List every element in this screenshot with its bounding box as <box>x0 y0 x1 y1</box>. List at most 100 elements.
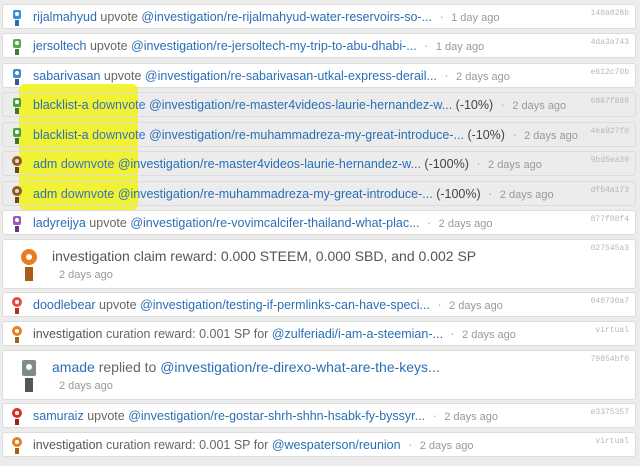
username-link[interactable]: adm <box>33 157 57 171</box>
list-item: blacklist-a downvote @investigation/re-m… <box>2 92 636 117</box>
tx-hash[interactable]: e612c70b <box>591 68 629 77</box>
username-link[interactable]: investigation <box>33 327 103 341</box>
tx-hash[interactable]: dfb4a173 <box>591 186 629 195</box>
separator-dot: · <box>512 128 517 142</box>
post-link[interactable]: @investigation/re-muhammadreza-my-great-… <box>149 128 464 142</box>
timestamp: 2 days ago <box>456 71 510 83</box>
tx-hash: virtual <box>595 326 629 335</box>
list-item: rijalmahyud upvote @investigation/re-rij… <box>2 4 636 29</box>
separator-dot: · <box>444 69 449 83</box>
separator-dot: · <box>488 187 493 201</box>
tx-hash[interactable]: 9bd5ea30 <box>591 156 629 165</box>
timestamp: 1 day ago <box>451 12 500 24</box>
action-verb: upvote <box>103 69 142 83</box>
timestamp: 1 day ago <box>435 41 485 53</box>
separator-dot: · <box>500 98 505 112</box>
username-link[interactable]: blacklist-a <box>33 98 89 112</box>
post-link[interactable]: @investigation/re-sabarivasan-utkal-expr… <box>145 69 437 83</box>
username-link[interactable]: amade <box>52 359 95 375</box>
post-link[interactable]: @investigation/re-rijalmahyud-water-rese… <box>141 10 432 24</box>
separator-dot: · <box>476 157 481 171</box>
separator-dot: · <box>439 10 444 24</box>
list-item: adm downvote @investigation/re-muhammadr… <box>2 181 636 206</box>
action-verb: downvote <box>60 187 115 201</box>
post-link[interactable]: @investigation/re-jersoltech-my-trip-to-… <box>131 39 417 53</box>
timestamp: 2 days ago <box>488 159 542 171</box>
action-verb: replied to <box>98 359 157 375</box>
list-item: ladyreijya upvote @investigation/re-vovi… <box>2 210 636 235</box>
action-verb: upvote <box>99 298 137 312</box>
vote-weight: (-10%) <box>467 128 505 142</box>
robot-icon <box>12 326 22 343</box>
username-link[interactable]: ladyreijya <box>33 216 86 230</box>
post-link[interactable]: @investigation/re-vovimcalcifer-thailand… <box>130 216 419 230</box>
username-link[interactable]: jersoltech <box>33 39 87 53</box>
list-item: blacklist-a downvote @investigation/re-m… <box>2 122 636 147</box>
post-link[interactable]: @investigation/re-master4videos-laurie-h… <box>118 157 421 171</box>
vote-weight: (-100%) <box>424 157 469 171</box>
username-link[interactable]: rijalmahyud <box>33 10 97 24</box>
robot-icon <box>13 98 21 114</box>
vote-weight: (-100%) <box>436 187 481 201</box>
timestamp: 2 days ago <box>512 100 567 112</box>
separator-dot: · <box>424 39 429 53</box>
tx-hash[interactable]: 6867f888 <box>591 97 629 106</box>
tx-hash[interactable]: 040730a7 <box>591 297 629 306</box>
robot-icon <box>12 297 22 314</box>
tx-hash[interactable]: 140a828b <box>591 9 629 18</box>
action-verb: curation reward: 0.001 SP for <box>105 327 269 341</box>
separator-dot: · <box>450 327 455 341</box>
robot-icon <box>13 128 21 144</box>
tx-hash[interactable]: e3375357 <box>591 408 629 417</box>
username-link[interactable]: investigation <box>52 248 130 264</box>
action-verb: curation reward: 0.001 SP for <box>105 438 269 452</box>
timestamp: 2 days ago <box>499 189 554 201</box>
post-link[interactable]: @investigation/re-direxo-what-are-the-ke… <box>160 359 440 375</box>
tx-hash: virtual <box>595 437 629 446</box>
post-link[interactable]: @investigation/re-gostar-shrh-shhn-hsabk… <box>128 409 425 423</box>
robot-icon <box>13 39 21 55</box>
action-verb: downvote <box>92 128 146 142</box>
list-item: amade replied to @investigation/re-direx… <box>2 350 636 400</box>
post-link[interactable]: @investigation/re-muhammadreza-my-great-… <box>118 187 433 201</box>
action-verb: upvote <box>89 39 128 53</box>
username-link[interactable]: sabarivasan <box>33 69 100 83</box>
separator-dot: · <box>432 409 437 423</box>
timestamp: 2 days ago <box>524 130 578 142</box>
robot-icon <box>13 10 21 26</box>
username-link[interactable]: investigation <box>33 438 103 452</box>
list-item: jersoltech upvote @investigation/re-jers… <box>2 33 636 58</box>
list-item: samuraiz upvote @investigation/re-gostar… <box>2 403 636 428</box>
action-verb: upvote <box>89 216 127 230</box>
post-link[interactable]: @wespaterson/reunion <box>272 438 401 452</box>
tx-hash[interactable]: 877f08f4 <box>591 215 629 224</box>
tx-hash[interactable]: 4ea927f0 <box>591 127 629 136</box>
post-link[interactable]: @investigation/testing-if-permlinks-can-… <box>140 298 430 312</box>
list-item: investigation curation reward: 0.001 SP … <box>2 321 636 346</box>
robot-icon <box>12 156 22 173</box>
vote-weight: (-10%) <box>455 98 494 112</box>
timestamp: 2 days ago <box>449 300 503 312</box>
separator-dot: · <box>437 298 442 312</box>
tx-hash[interactable]: 79854bf0 <box>591 355 629 364</box>
timestamp: 2 days ago <box>444 411 499 423</box>
list-item: doodlebear upvote @investigation/testing… <box>2 292 636 317</box>
timestamp: 2 days ago <box>59 380 113 392</box>
username-link[interactable]: adm <box>33 187 57 201</box>
robot-icon <box>22 360 36 392</box>
username-link[interactable]: doodlebear <box>33 298 96 312</box>
username-link[interactable]: samuraiz <box>33 409 84 423</box>
robot-icon <box>12 437 22 454</box>
list-item: investigation claim reward: 0.000 STEEM,… <box>2 239 636 289</box>
timestamp: 2 days ago <box>419 440 474 452</box>
robot-icon <box>13 216 21 232</box>
tx-hash[interactable]: 027545a3 <box>591 244 629 253</box>
list-item: adm downvote @investigation/re-master4vi… <box>2 151 636 176</box>
post-link[interactable]: @investigation/re-master4videos-laurie-h… <box>149 98 452 112</box>
action-verb: upvote <box>100 10 138 24</box>
tx-hash[interactable]: 4da3a743 <box>591 38 629 47</box>
list-item: investigation curation reward: 0.001 SP … <box>2 432 636 457</box>
username-link[interactable]: blacklist-a <box>33 128 89 142</box>
post-link[interactable]: @zulferiadi/i-am-a-steemian-... <box>272 327 443 341</box>
timestamp: 2 days ago <box>438 218 493 230</box>
